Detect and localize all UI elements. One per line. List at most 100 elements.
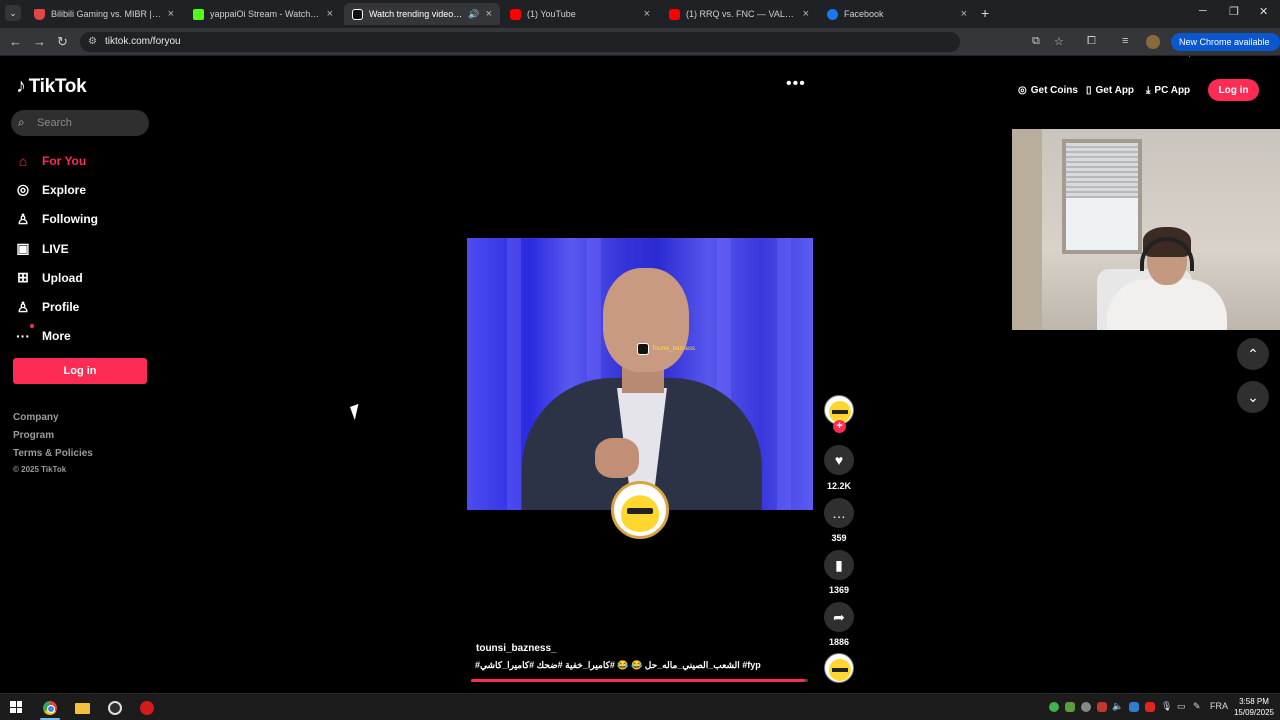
tray-nvidia-icon[interactable] bbox=[1065, 702, 1075, 712]
tab-tiktok[interactable]: Watch trending videos for you 🔊 × bbox=[344, 3, 500, 25]
mouse-cursor bbox=[350, 403, 364, 421]
close-icon[interactable]: × bbox=[644, 8, 650, 20]
taskbar-obs[interactable] bbox=[105, 698, 125, 718]
copyright: © 2025 TikTok bbox=[13, 465, 67, 474]
tiktok-logo[interactable]: ♪ TikTok bbox=[16, 75, 87, 98]
video-username[interactable]: tounsi_bazness_ bbox=[476, 643, 557, 654]
footer-link-terms[interactable]: Terms & Policies bbox=[13, 448, 93, 466]
taskbar-red-app[interactable] bbox=[137, 698, 157, 718]
back-icon[interactable]: ← bbox=[9, 34, 22, 49]
tab-youtube-rrq-fnc[interactable]: (1) RRQ vs. FNC — VALORANT × bbox=[661, 3, 817, 25]
tray-app-icon[interactable] bbox=[1049, 702, 1059, 712]
search-input[interactable] bbox=[37, 114, 142, 132]
install-app-icon[interactable]: ⧉ bbox=[1032, 35, 1040, 48]
reload-icon[interactable]: ↻ bbox=[57, 34, 68, 50]
search-icon[interactable]: ⌕ bbox=[18, 115, 25, 130]
red-app-icon bbox=[140, 701, 154, 715]
more-options-icon[interactable]: ••• bbox=[786, 75, 806, 93]
url-text[interactable]: tiktok.com/foryou bbox=[105, 36, 181, 47]
video-caption[interactable]: #الشعب_الصيني_ماله_حل 😂 😂 #كاميرا_خفية #… bbox=[475, 660, 761, 671]
tray-mic-icon[interactable]: 🎙 bbox=[1161, 701, 1172, 712]
profile-icon: ♙ bbox=[16, 298, 30, 315]
pc-app-button[interactable]: ⤓ PC App bbox=[1146, 79, 1190, 101]
media-controls-icon[interactable]: ≡ bbox=[1122, 35, 1128, 47]
live-icon: ▣ bbox=[16, 240, 30, 257]
language-indicator[interactable]: FRA bbox=[1210, 701, 1228, 711]
tray-security-icon[interactable] bbox=[1097, 702, 1107, 712]
tray-network-icon[interactable]: ▭ bbox=[1177, 701, 1186, 712]
cartoon-avatar bbox=[618, 488, 662, 532]
save-count: 1369 bbox=[828, 585, 850, 595]
sidebar-login-button[interactable]: Log in bbox=[13, 358, 147, 384]
user-icon: ♙ bbox=[16, 210, 30, 227]
extensions-icon[interactable]: ⧠ bbox=[1087, 35, 1096, 48]
tab-facebook[interactable]: Facebook × bbox=[819, 3, 975, 25]
close-icon[interactable]: × bbox=[961, 8, 967, 20]
tray-record-icon[interactable] bbox=[1145, 702, 1155, 712]
tab-kick-stream[interactable]: yappaiOi Stream - Watch Live on Kick × bbox=[185, 3, 341, 25]
new-chrome-available-button[interactable]: New Chrome available ⋮ bbox=[1171, 33, 1280, 65]
taskbar-file-explorer[interactable] bbox=[72, 698, 92, 718]
video-player[interactable]: Tounsi_bazness bbox=[467, 238, 813, 510]
footer-links: Company Program Terms & Policies bbox=[13, 412, 93, 466]
windows-start-icon[interactable] bbox=[10, 701, 22, 713]
folder-icon bbox=[74, 702, 90, 714]
tray-pen-icon[interactable]: ✎ bbox=[1193, 701, 1201, 712]
sound-avatar[interactable] bbox=[824, 653, 854, 683]
close-icon[interactable]: × bbox=[486, 8, 492, 20]
get-coins-button[interactable]: ◎ Get Coins bbox=[1018, 79, 1078, 101]
sidebar-item-for-you[interactable]: ⌂ For You bbox=[14, 146, 98, 175]
video-progress-track[interactable] bbox=[471, 679, 808, 682]
webcam-person-body bbox=[1107, 279, 1227, 330]
taskbar-chrome[interactable] bbox=[40, 698, 60, 718]
sidebar-item-profile[interactable]: ♙ Profile bbox=[14, 292, 98, 321]
video-watermark: Tounsi_bazness bbox=[637, 343, 695, 355]
tab-title: (1) RRQ vs. FNC — VALORANT bbox=[686, 9, 797, 19]
footer-link-company[interactable]: Company bbox=[13, 412, 93, 430]
sidebar-item-live[interactable]: ▣ LIVE bbox=[14, 234, 98, 263]
restore-icon[interactable]: ❐ bbox=[1229, 5, 1239, 18]
header-login-button[interactable]: Log in bbox=[1208, 79, 1259, 101]
follow-plus-icon[interactable]: + bbox=[833, 420, 846, 433]
comment-button[interactable]: … bbox=[824, 498, 854, 528]
forward-icon[interactable]: → bbox=[33, 34, 46, 49]
tray-steam-icon[interactable] bbox=[1081, 702, 1091, 712]
share-button[interactable]: ➦ bbox=[824, 602, 854, 632]
close-icon[interactable]: × bbox=[168, 8, 174, 20]
comment-count: 359 bbox=[831, 533, 847, 543]
next-video-button[interactable]: ⌄ bbox=[1237, 381, 1269, 413]
system-clock[interactable]: 3:58 PM 15/09/2025 bbox=[1231, 696, 1277, 718]
close-icon[interactable]: × bbox=[327, 8, 333, 20]
previous-video-button[interactable]: ⌃ bbox=[1237, 338, 1269, 370]
new-tab-button[interactable]: + bbox=[981, 5, 989, 21]
tab-search-button[interactable]: ⌄ bbox=[5, 5, 21, 21]
sidebar-item-upload[interactable]: ⊞ Upload bbox=[14, 263, 98, 292]
instagram-icon bbox=[637, 343, 649, 355]
tray-volume-icon[interactable]: 🔈 bbox=[1112, 701, 1123, 712]
search-box[interactable]: ⌕ bbox=[11, 110, 149, 136]
speaker-icon[interactable]: 🔊 bbox=[468, 9, 479, 20]
profile-avatar[interactable] bbox=[1146, 35, 1160, 49]
sidebar-item-explore[interactable]: ◎ Explore bbox=[14, 175, 98, 204]
close-icon[interactable]: × bbox=[803, 8, 809, 20]
tab-bilibili-mibr[interactable]: Bilibili Gaming vs. MIBR | Valorant × bbox=[26, 3, 182, 25]
tab-title: Facebook bbox=[844, 9, 884, 19]
watermark-text: Tounsi_bazness bbox=[652, 346, 696, 352]
window-close-icon[interactable]: ✕ bbox=[1259, 5, 1268, 18]
minimize-icon[interactable]: ─ bbox=[1199, 5, 1207, 17]
tab-youtube[interactable]: (1) YouTube × bbox=[502, 3, 658, 25]
save-button[interactable]: ▮ bbox=[824, 550, 854, 580]
background-stripe bbox=[777, 238, 791, 510]
like-button[interactable]: ♥ bbox=[824, 445, 854, 475]
site-info-icon[interactable]: ⚙ bbox=[88, 36, 97, 47]
sidebar-item-following[interactable]: ♙ Following bbox=[14, 205, 98, 234]
address-bar[interactable]: ⚙ tiktok.com/foryou bbox=[80, 32, 960, 52]
footer-link-program[interactable]: Program bbox=[13, 430, 93, 448]
tray-app-blue-icon[interactable] bbox=[1129, 702, 1139, 712]
comment-icon: … bbox=[832, 505, 846, 521]
youtube-icon bbox=[669, 8, 680, 20]
sidebar-item-more[interactable]: ··· More bbox=[14, 322, 98, 351]
get-app-button[interactable]: ▯ Get App bbox=[1086, 79, 1134, 101]
chevron-up-icon: ⌃ bbox=[1247, 345, 1259, 362]
bookmark-star-icon[interactable]: ☆ bbox=[1054, 35, 1064, 48]
